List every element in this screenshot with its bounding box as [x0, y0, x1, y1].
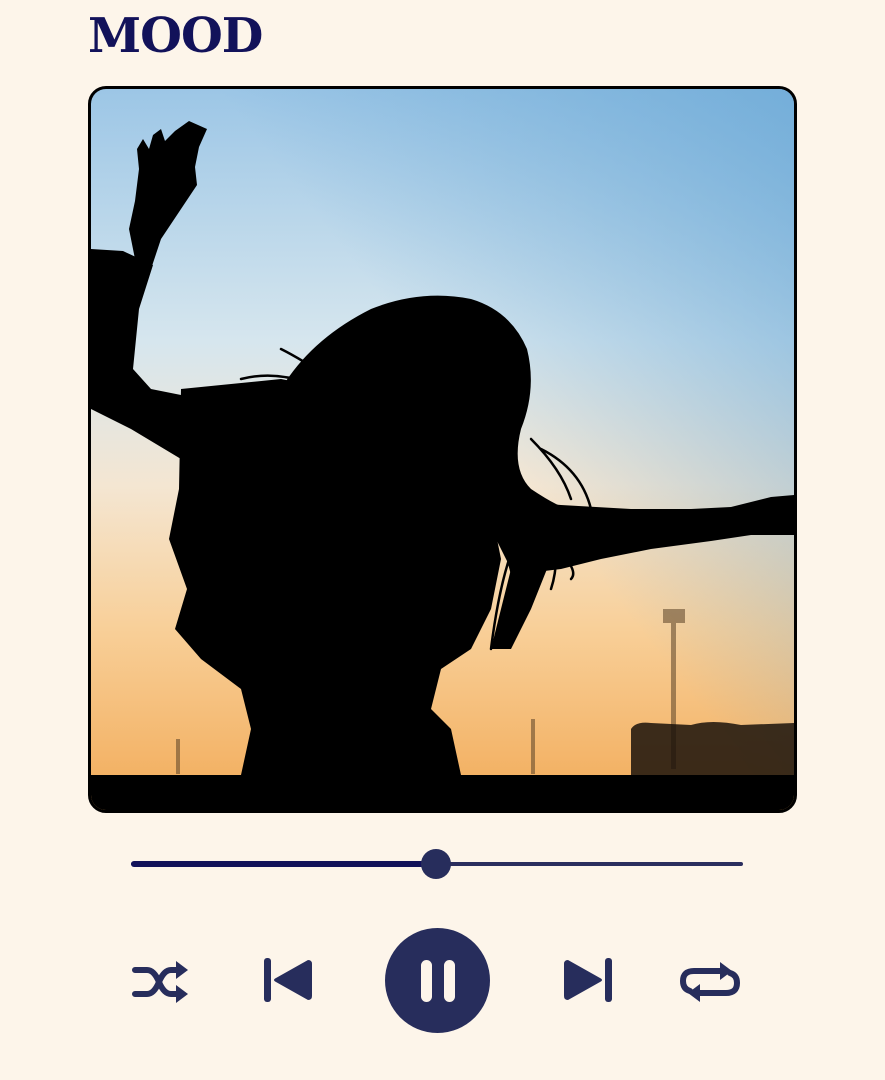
previous-button[interactable]	[254, 950, 318, 1010]
album-cover	[88, 86, 797, 813]
pause-icon	[420, 959, 455, 1002]
progress-thumb[interactable]	[421, 849, 451, 879]
shuffle-button[interactable]	[128, 954, 192, 1010]
album-art-image	[91, 89, 794, 810]
shuffle-icon	[132, 961, 188, 1003]
next-button[interactable]	[558, 950, 622, 1010]
play-pause-button[interactable]	[385, 928, 490, 1033]
progress-fill	[131, 861, 436, 867]
repeat-button[interactable]	[676, 954, 744, 1010]
repeat-icon	[680, 962, 740, 1002]
app-title: MOOD	[88, 8, 263, 64]
skip-previous-icon	[264, 958, 312, 1002]
progress-slider[interactable]	[131, 846, 743, 882]
skip-next-icon	[564, 958, 612, 1002]
